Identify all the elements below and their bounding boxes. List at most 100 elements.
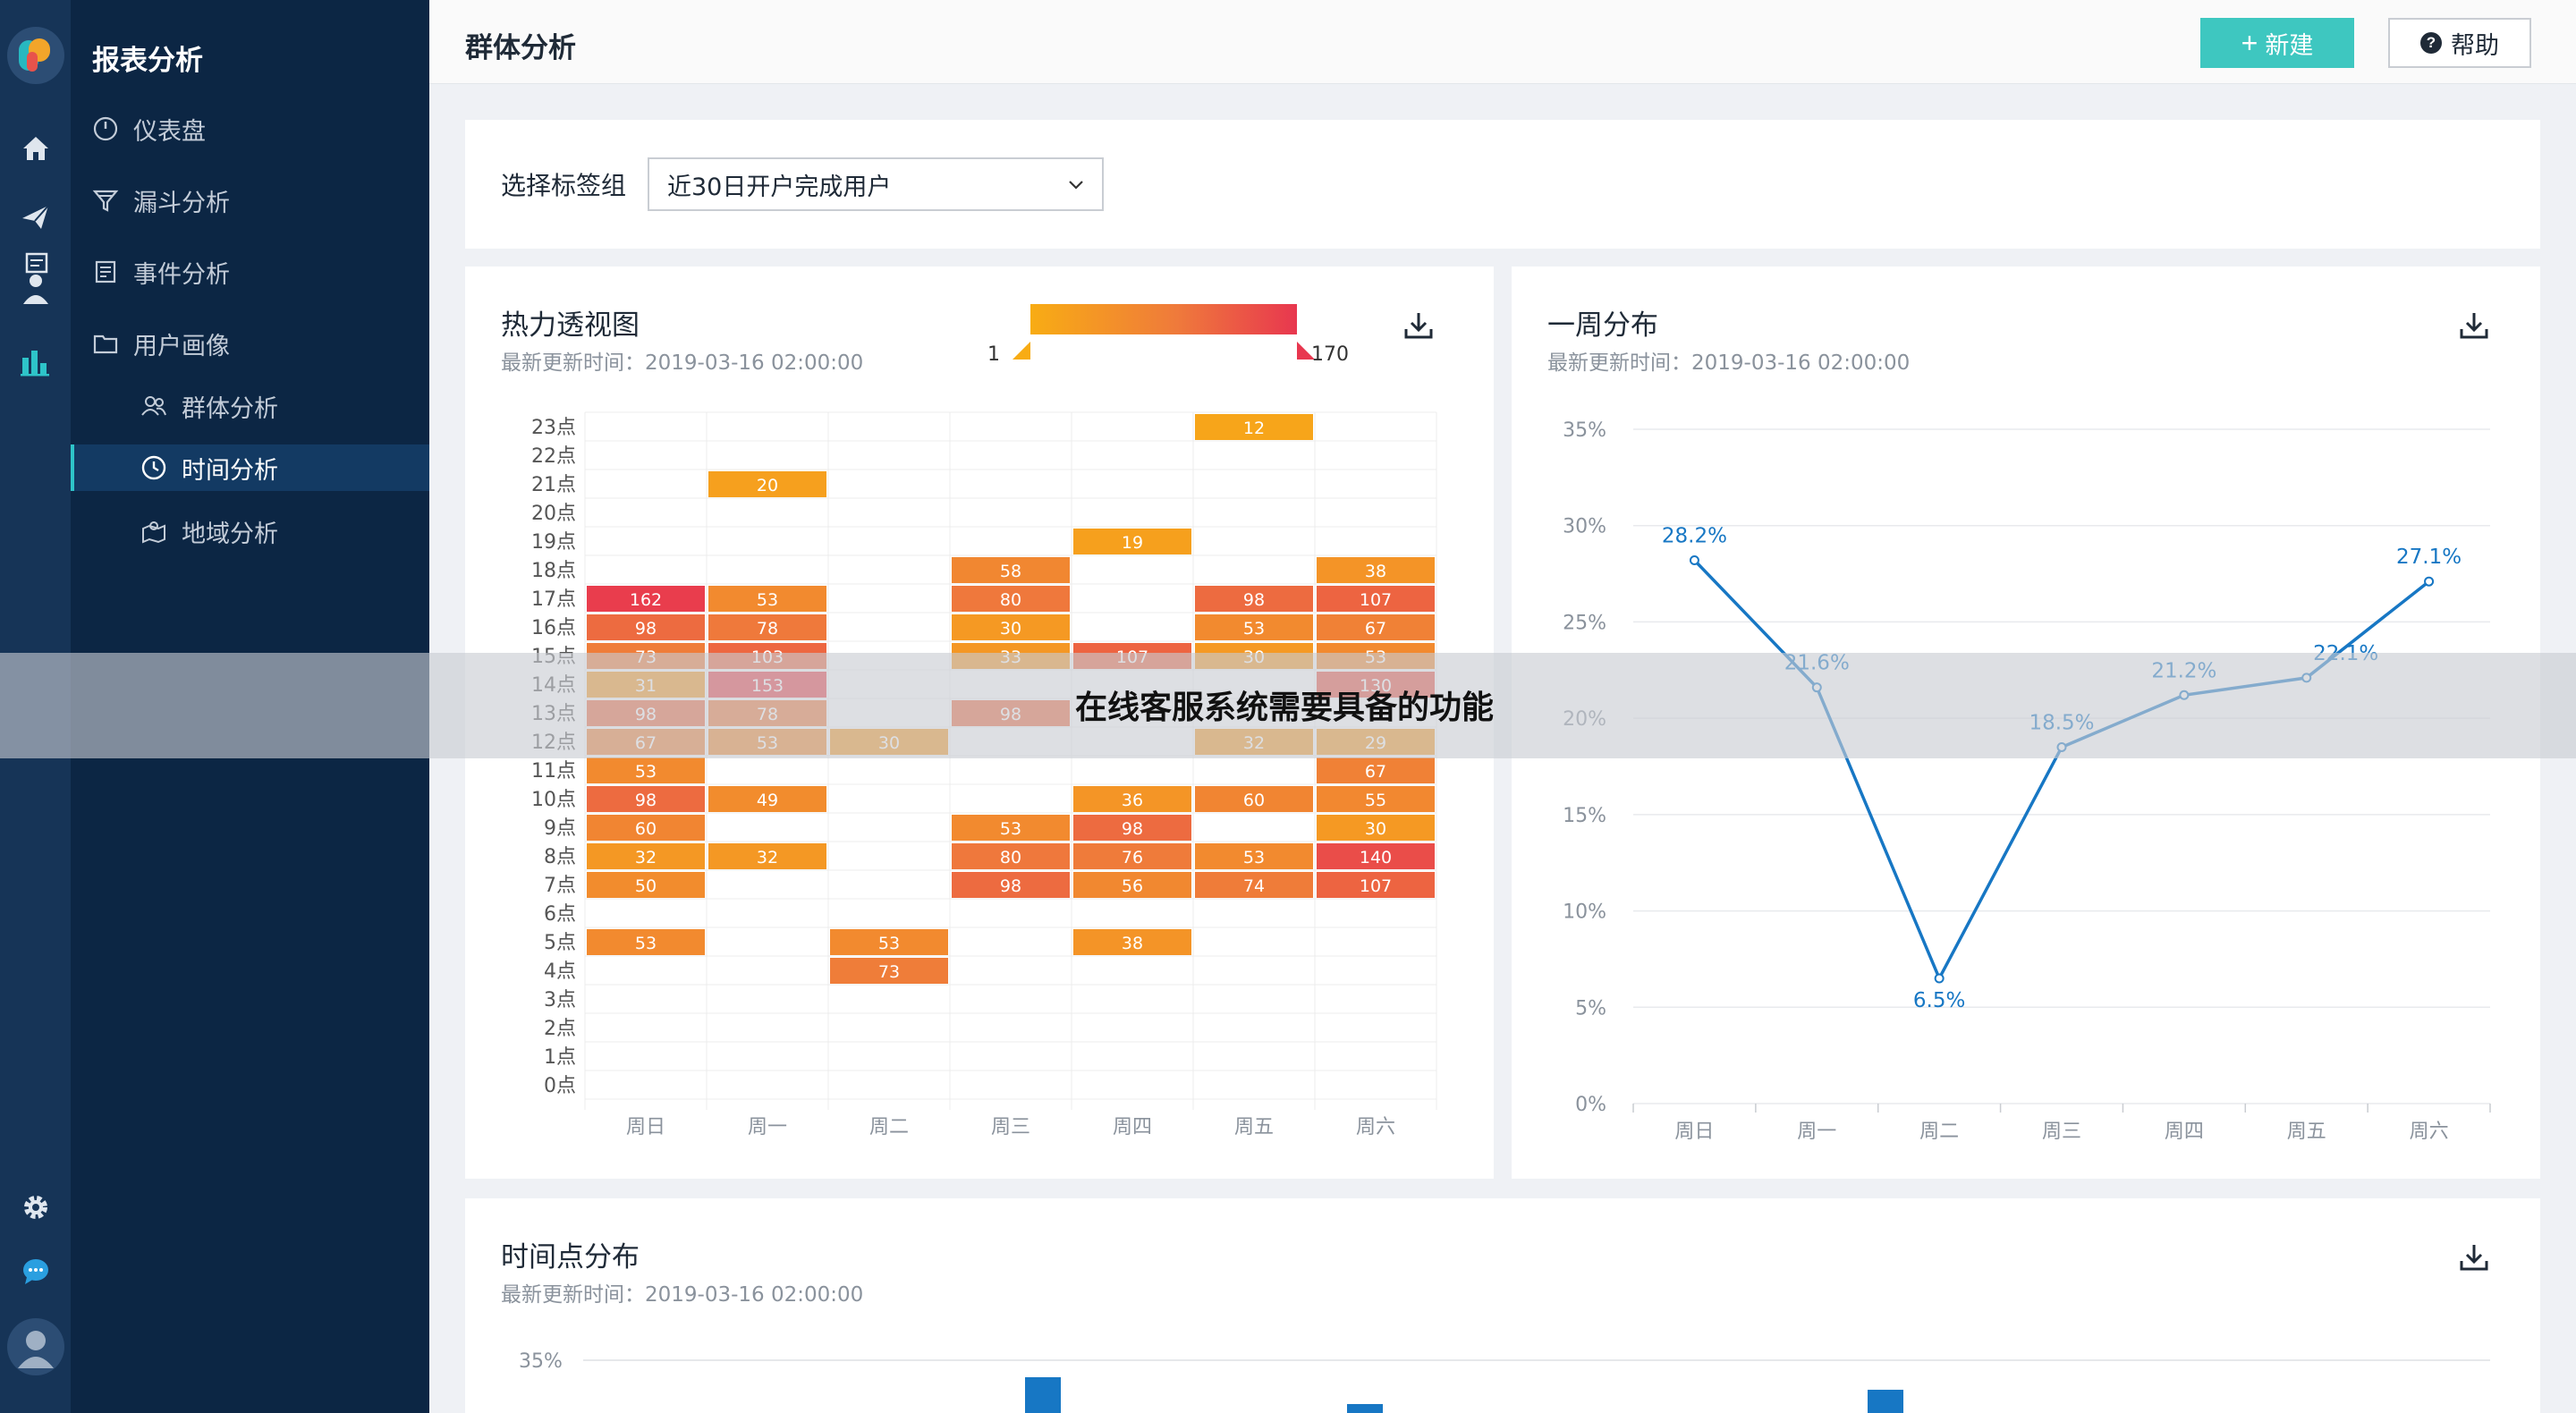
y-tick-label: 7点 (544, 875, 576, 897)
heatmap-cell-label: 32 (635, 848, 657, 867)
y-tick-label: 20点 (531, 503, 576, 525)
bar (1025, 1377, 1061, 1413)
y-tick-label: 4点 (544, 960, 576, 983)
heatmap-cell-label: 74 (1243, 876, 1265, 896)
x-tick-label: 周日 (1674, 1121, 1714, 1143)
heatmap-cell-label: 53 (1243, 848, 1265, 867)
help-button-label: 帮助 (2451, 31, 2499, 59)
nav-item-label: 仪表盘 (133, 117, 206, 146)
heatmap-cell-label: 140 (1360, 848, 1392, 867)
y-tick-label: 10点 (531, 789, 576, 811)
x-tick-label: 周六 (1356, 1116, 1395, 1138)
heatmap-cell-label: 32 (757, 848, 778, 867)
clock-icon (139, 453, 169, 483)
heatmap-cell-label: 73 (878, 962, 900, 982)
heatmap-cell-label: 38 (1122, 934, 1143, 953)
help-button[interactable]: ? 帮助 (2388, 18, 2531, 68)
heatmap-cell-label: 49 (757, 791, 778, 810)
heatmap-cell-label: 78 (757, 619, 778, 639)
nav-item-time-analysis[interactable]: 时间分析 (71, 444, 429, 491)
heatmap-cell-label: 30 (1000, 619, 1021, 639)
page-title: 群体分析 (465, 32, 576, 64)
nav-item-label: 用户画像 (133, 332, 230, 360)
x-tick-label: 周一 (748, 1116, 787, 1138)
data-label: 27.1% (2396, 546, 2462, 569)
heatmap-cell-label: 98 (1243, 590, 1265, 610)
nav-item-group-analysis[interactable]: 群体分析 (71, 383, 429, 429)
nav-item-label: 时间分析 (182, 456, 278, 485)
filter-card: 选择标签组 近30日开户完成用户 (465, 120, 2540, 249)
heatmap-cell-label: 38 (1365, 562, 1386, 581)
group-icon (139, 391, 169, 421)
nav-item-events[interactable]: 事件分析 (71, 249, 429, 295)
y-tick-label: 5点 (544, 932, 576, 954)
nav-item-label: 漏斗分析 (133, 189, 230, 217)
new-button[interactable]: + 新建 (2200, 18, 2354, 68)
heatmap-cell-label: 53 (1000, 819, 1021, 839)
gear-icon[interactable] (18, 1189, 54, 1225)
heatmap-cell-label: 98 (1000, 876, 1021, 896)
x-tick-label: 周五 (2287, 1121, 2326, 1143)
top-header: 群体分析 + 新建 ? 帮助 (429, 0, 2576, 84)
x-tick-label: 周一 (1797, 1121, 1836, 1143)
y-tick-label: 30% (1563, 516, 1606, 538)
tag-group-select[interactable]: 近30日开户完成用户 (648, 157, 1104, 211)
x-tick-label: 周日 (626, 1116, 665, 1138)
y-tick-label: 9点 (544, 817, 576, 840)
heatmap-cell-label: 67 (1365, 619, 1386, 639)
y-tick-label: 10% (1563, 901, 1606, 924)
nav-item-user-profile[interactable]: 用户画像 (71, 320, 429, 367)
data-point[interactable] (1934, 973, 1945, 984)
hourly-bar-chart: 35% (519, 1350, 2490, 1413)
gauge-icon (90, 114, 121, 144)
y-tick-label: 17点 (531, 588, 576, 611)
y-tick-label: 11点 (531, 760, 576, 783)
x-tick-label: 周二 (869, 1116, 909, 1138)
bar (1347, 1404, 1383, 1413)
tag-group-select-value: 近30日开户完成用户 (667, 173, 892, 201)
hourly-card: 时间点分布 最新更新时间：2019-03-16 02:00:00 35% (465, 1198, 2540, 1413)
y-tick-label: 0% (1575, 1094, 1606, 1116)
x-tick-label: 周六 (2410, 1121, 2449, 1143)
data-point[interactable] (2424, 576, 2435, 587)
user-avatar-icon[interactable] (7, 1318, 64, 1375)
data-point[interactable] (1689, 554, 1699, 565)
y-tick-label: 18点 (531, 560, 576, 582)
y-tick-label: 22点 (531, 445, 576, 468)
y-tick-label: 2点 (544, 1018, 576, 1040)
heatmap-cell-label: 53 (635, 934, 657, 953)
new-button-label: 新建 (2265, 31, 2314, 59)
y-tick-label: 5% (1575, 997, 1606, 1020)
document-icon (90, 257, 121, 287)
x-tick-label: 周三 (2042, 1121, 2081, 1143)
app-logo[interactable] (7, 27, 64, 84)
y-tick-label: 23点 (531, 417, 576, 439)
filter-label: 选择标签组 (501, 171, 627, 200)
nav-item-label: 地域分析 (182, 520, 278, 548)
bar (1868, 1390, 1903, 1413)
nav-item-label: 事件分析 (133, 260, 230, 289)
plus-icon: + (2241, 27, 2258, 59)
nav-item-funnel[interactable]: 漏斗分析 (71, 177, 429, 224)
heatmap-cell-label: 12 (1243, 419, 1265, 438)
funnel-icon (90, 185, 121, 216)
nav-item-region-analysis[interactable]: 地域分析 (71, 508, 429, 554)
heatmap-cell-label: 80 (1000, 848, 1021, 867)
user-report-icon[interactable] (18, 252, 54, 306)
home-icon[interactable] (18, 131, 54, 166)
y-tick-label: 35% (519, 1350, 563, 1373)
heatmap-cell-label: 58 (1000, 562, 1021, 581)
chevron-down-icon (1069, 181, 1083, 190)
nav-item-dashboard[interactable]: 仪表盘 (71, 106, 429, 152)
y-tick-label: 3点 (544, 989, 576, 1011)
heatmap-cell-label: 60 (635, 819, 657, 839)
chat-icon[interactable] (18, 1254, 54, 1290)
y-tick-label: 19点 (531, 531, 576, 554)
send-icon[interactable] (18, 199, 54, 234)
y-tick-label: 0点 (544, 1075, 576, 1097)
bar-chart-icon[interactable] (18, 343, 54, 379)
folder-icon (90, 328, 121, 359)
series-line (1693, 559, 2430, 983)
heatmap-cell-label: 60 (1243, 791, 1265, 810)
map-icon (139, 516, 169, 546)
